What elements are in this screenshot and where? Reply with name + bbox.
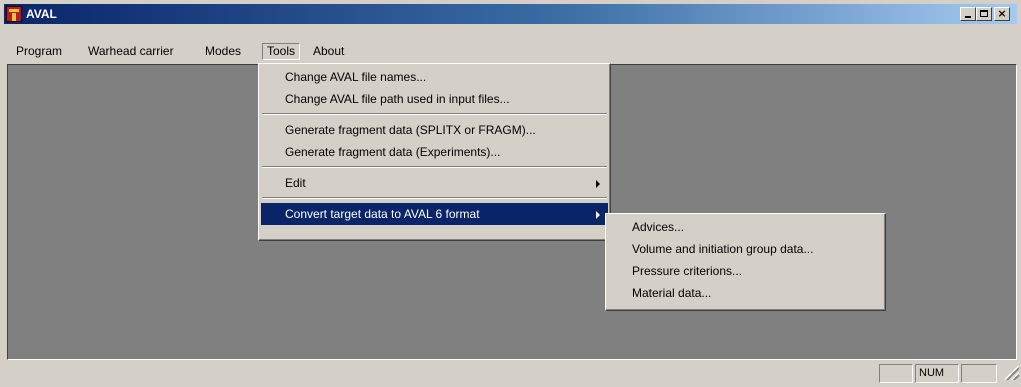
- maximize-button[interactable]: [976, 7, 992, 21]
- submenu-arrow-icon: [596, 180, 600, 188]
- submenu-item-volume-initiation[interactable]: Volume and initiation group data...: [608, 238, 883, 260]
- menu-item-change-file-names[interactable]: Change AVAL file names...: [261, 66, 608, 88]
- resize-grip-icon[interactable]: [1005, 366, 1019, 380]
- menu-warhead-carrier[interactable]: Warhead carrier: [84, 43, 178, 60]
- menu-item-convert-label: Convert target data to AVAL 6 format: [285, 207, 480, 221]
- menu-item-generate-fragment-splitx[interactable]: Generate fragment data (SPLITX or FRAGM)…: [261, 119, 608, 141]
- submenu-item-advices[interactable]: Advices...: [608, 216, 883, 238]
- close-icon: ×: [997, 7, 1007, 20]
- close-button[interactable]: ×: [994, 7, 1010, 21]
- menu-bar: Program Warhead carrier Modes Tools Abou…: [4, 42, 1017, 61]
- menu-separator: [262, 113, 607, 115]
- menu-item-edit[interactable]: Edit: [261, 172, 608, 194]
- menu-item-change-file-path[interactable]: Change AVAL file path used in input file…: [261, 88, 608, 110]
- app-window: AVAL × Program Warhead carrier Modes Too…: [0, 0, 1021, 387]
- menu-separator: [262, 166, 607, 168]
- menu-item-generate-fragment-experiments[interactable]: Generate fragment data (Experiments)...: [261, 141, 608, 163]
- num-lock-indicator: NUM: [915, 364, 959, 383]
- aval-app-icon[interactable]: [6, 6, 22, 22]
- title-bar[interactable]: AVAL ×: [4, 4, 1017, 24]
- menu-tools[interactable]: Tools: [262, 43, 301, 60]
- window-title: AVAL: [26, 7, 57, 21]
- submenu-item-material-data[interactable]: Material data...: [608, 282, 883, 304]
- status-panel: [879, 364, 913, 383]
- minimize-button[interactable]: [960, 7, 976, 21]
- status-panel-scroll: [961, 364, 997, 383]
- menu-about[interactable]: About: [309, 43, 348, 60]
- submenu-arrow-icon: [596, 211, 600, 219]
- menu-separator: [262, 197, 607, 199]
- menu-program[interactable]: Program: [12, 43, 66, 60]
- menu-item-convert-target-data[interactable]: Convert target data to AVAL 6 format: [261, 203, 608, 225]
- submenu-item-pressure-criterions[interactable]: Pressure criterions...: [608, 260, 883, 282]
- convert-submenu: Advices... Volume and initiation group d…: [605, 213, 886, 311]
- tools-dropdown-menu: Change AVAL file names... Change AVAL fi…: [258, 63, 611, 241]
- minimize-icon: [965, 16, 971, 18]
- status-bar: NUM: [4, 364, 1019, 383]
- menu-modes[interactable]: Modes: [201, 43, 245, 60]
- menu-item-edit-label: Edit: [285, 176, 306, 190]
- maximize-icon: [980, 10, 988, 17]
